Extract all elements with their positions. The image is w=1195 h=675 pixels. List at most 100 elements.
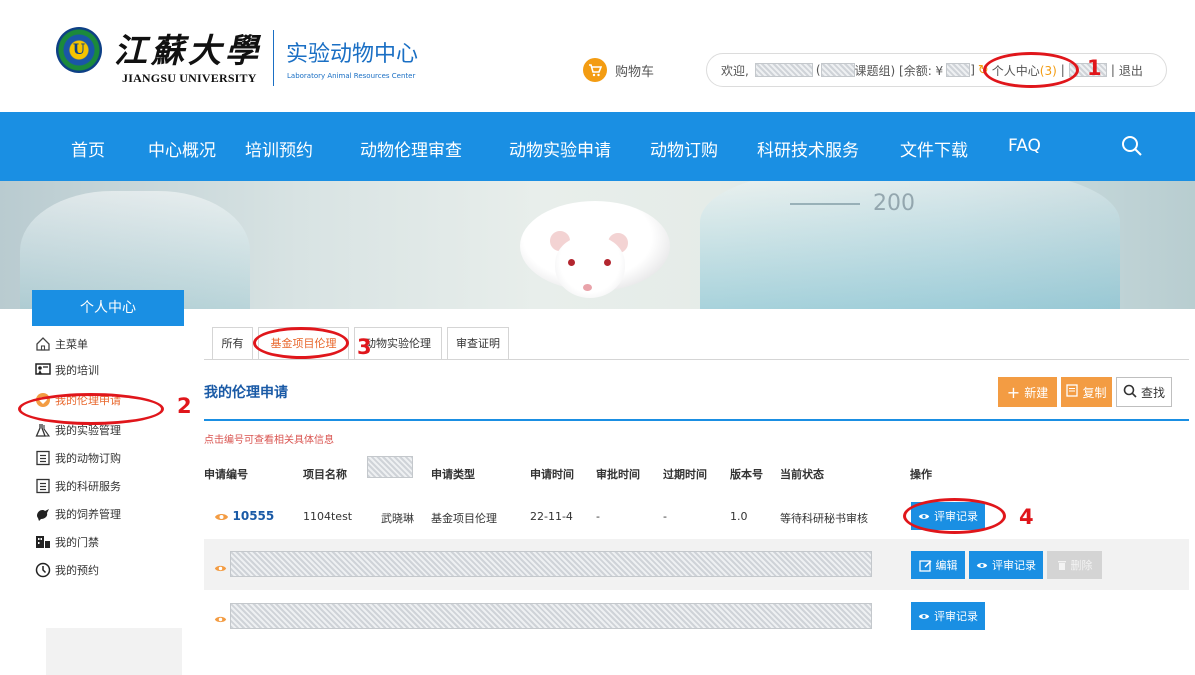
sidebar-title: 个人中心 [32,290,184,326]
annotation-number: 1 [1087,56,1102,80]
access-icon [34,534,51,551]
copy-button[interactable]: 复制 [1061,377,1112,407]
annotation-ring-ethics-menu [18,393,164,425]
column-header: 申请类型 [431,468,475,481]
new-button[interactable]: + 新建 [998,377,1057,407]
column-header: 过期时间 [663,468,707,481]
tab-all[interactable]: 所有 [212,327,253,359]
sidebar-item-label: 我的饲养管理 [55,508,121,521]
review-record-button[interactable]: 评审记录 [969,551,1043,579]
eye-icon [918,613,930,619]
mouse-nose [583,284,592,291]
document-icon [34,450,51,467]
redacted-row-content [230,551,872,577]
training-icon [34,362,51,379]
flask-graduation-number: 200 [873,191,915,216]
mouse-eye-right [604,259,611,266]
university-seal-icon[interactable]: U [56,27,102,73]
group-balance-label: 课题组) [余额: ¥ [854,63,944,78]
animal-icon [34,506,51,523]
column-header: 申请时间 [530,468,574,481]
annotation-ring-personal-center [983,52,1079,88]
delete-label: 删除 [1070,559,1093,572]
page-title: 我的伦理申请 [204,385,288,401]
site-name-cn[interactable]: 实验动物中心 [286,36,418,68]
version: 1.0 [730,510,748,523]
nav-faq[interactable]: FAQ [1008,136,1041,156]
clock-icon [34,562,51,579]
nav-experiment-apply[interactable]: 动物实验申请 [509,136,611,161]
cart-link[interactable]: 购物车 [583,57,654,83]
sidebar-item-label: 我的门禁 [55,536,99,549]
review-record-label: 评审记录 [992,559,1036,572]
welcome-text: 欢迎, [721,63,749,78]
annotation-number: 4 [1019,505,1034,529]
sidebar-item-label: 我的预约 [55,564,99,577]
site-name-en: Laboratory Animal Resources Center [287,72,416,80]
nav-training[interactable]: 培训预约 [245,136,313,161]
copy-button-label: 复制 [1082,385,1107,400]
find-button[interactable]: 查找 [1116,377,1172,407]
application-id-link[interactable] [214,611,227,625]
cart-label: 购物车 [615,64,655,80]
redacted-username [754,63,813,77]
seal-letter: U [72,42,86,58]
annotation-number: 3 [357,335,372,359]
eye-icon [214,616,227,622]
application-id-link[interactable] [214,560,227,574]
main-nav: 首页 中心概况 培训预约 动物伦理审查 动物实验申请 动物订购 科研技术服务 文… [0,112,1195,181]
sidebar-item-label: 我的科研服务 [55,480,121,493]
column-header: 申请编号 [204,468,248,481]
logout-link[interactable]: 退出 [1119,62,1143,79]
search-icon[interactable] [1120,134,1144,158]
sidebar-item-access[interactable]: 我的门禁 [34,532,99,552]
application-type: 基金项目伦理 [431,512,497,525]
eye-icon [214,565,227,571]
separator-2: | [1110,63,1115,77]
sidebar-empty-area [46,628,182,675]
applicant-name: 武晓琳 [381,512,414,525]
sidebar-item-main-menu[interactable]: 主菜单 [34,334,88,354]
sidebar-item-research-service[interactable]: 我的科研服务 [34,476,121,496]
trash-icon [1057,560,1066,570]
review-record-button[interactable]: 评审记录 [911,602,985,630]
application-id-link[interactable]: 10555 [214,509,274,523]
current-status: 等待科研秘书审核 [780,512,868,525]
column-header: 审批时间 [596,468,640,481]
eye-icon [976,562,988,568]
edit-label: 编辑 [935,559,958,572]
column-header: 项目名称 [303,468,347,481]
home-icon [34,336,51,353]
sidebar-item-label: 我的动物订购 [55,452,121,465]
sidebar-item-husbandry[interactable]: 我的饲养管理 [34,504,121,524]
sidebar-item-booking[interactable]: 我的预约 [34,560,99,580]
nav-animal-order[interactable]: 动物订购 [650,136,718,161]
flask-icon [34,422,51,439]
edit-button[interactable]: 编辑 [911,551,965,579]
copy-icon [1066,384,1079,400]
delete-button[interactable]: 删除 [1047,551,1102,579]
column-header: 版本号 [730,468,763,481]
tabs-divider [204,359,1189,360]
cart-icon [583,58,607,82]
tab-review-certificate[interactable]: 审查证明 [447,327,509,359]
sidebar-item-training[interactable]: 我的培训 [34,360,99,380]
nav-research-service[interactable]: 科研技术服务 [757,136,859,161]
flask-graduation-line [790,203,860,205]
nav-downloads[interactable]: 文件下载 [900,136,968,161]
logo-divider [273,30,274,86]
redacted-row-content [230,603,872,629]
redacted-group [820,63,855,77]
review-record-label: 评审记录 [934,610,978,623]
document-icon [34,478,51,495]
redacted-column-header [367,456,413,478]
university-name-cn[interactable]: 江蘇大學 [114,24,262,72]
nav-ethics-review[interactable]: 动物伦理审查 [360,136,462,161]
sidebar-item-animal-order[interactable]: 我的动物订购 [34,448,121,468]
nav-home[interactable]: 首页 [71,136,105,161]
table-hint: 点击编号可查看相关具体信息 [204,435,334,446]
redacted-balance [946,63,971,77]
nav-about[interactable]: 中心概况 [148,136,216,161]
column-header: 操作 [910,468,932,481]
sidebar: 个人中心 主菜单 我的培训 我的伦理申请 我的实验管理 我的动物订购 我的科研服… [32,290,184,675]
